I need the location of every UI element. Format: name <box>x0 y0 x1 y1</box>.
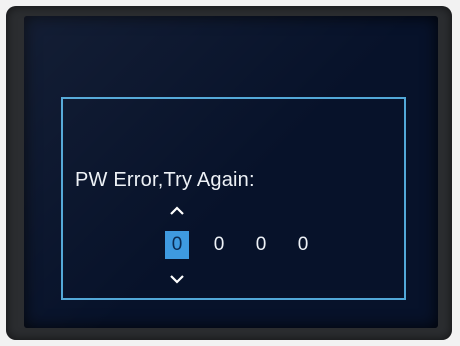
password-digit-1[interactable]: 0 <box>165 206 189 284</box>
digit-value: 0 <box>297 234 309 255</box>
digit-value: 0 <box>255 234 267 255</box>
chevron-down-icon[interactable] <box>169 271 185 287</box>
digit-value: 0 <box>171 234 183 255</box>
password-digit-2[interactable]: 0 <box>207 231 231 259</box>
device-bezel: PW Error,Try Again: 0 0 0 0 <box>6 6 452 340</box>
chevron-up-icon[interactable] <box>169 203 185 219</box>
error-prompt: PW Error,Try Again: <box>75 169 255 191</box>
lcd-screen: PW Error,Try Again: 0 0 0 0 <box>24 16 438 328</box>
password-digit-4[interactable]: 0 <box>291 231 315 259</box>
password-digit-3[interactable]: 0 <box>249 231 273 259</box>
password-error-dialog: PW Error,Try Again: 0 0 0 0 <box>61 97 406 300</box>
digit-value: 0 <box>213 234 225 255</box>
password-entry: 0 0 0 0 <box>165 206 333 284</box>
